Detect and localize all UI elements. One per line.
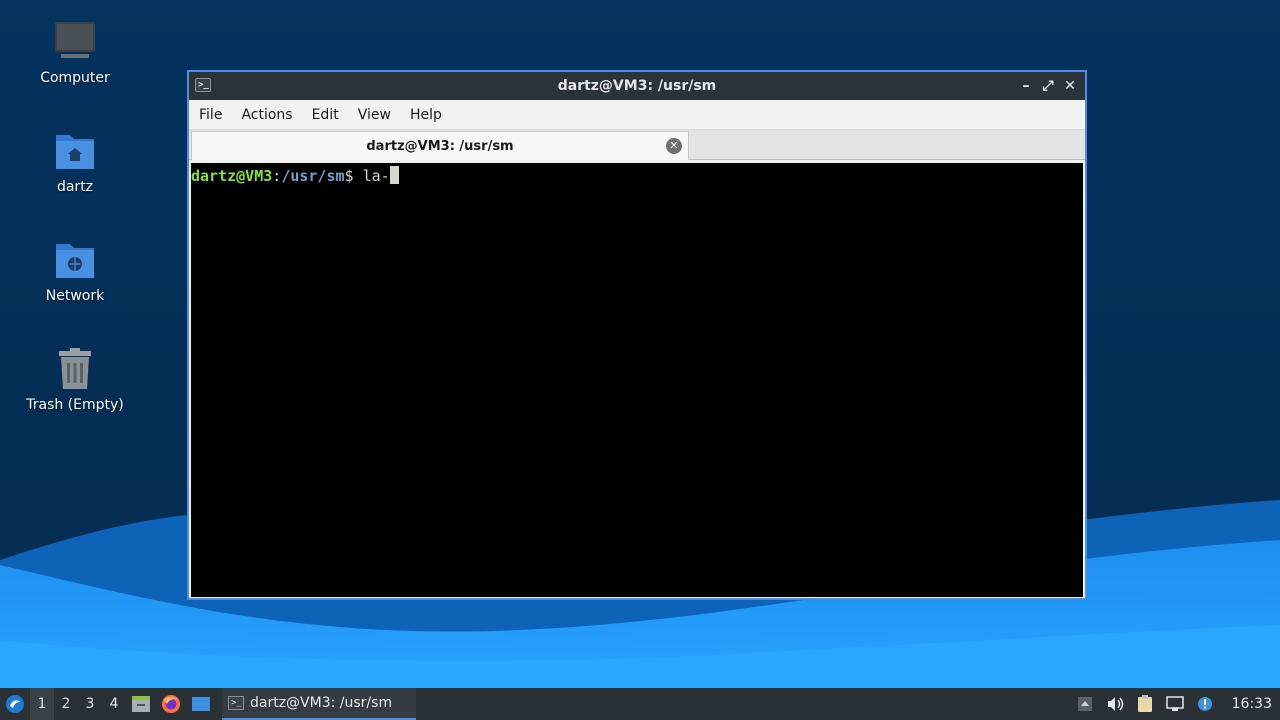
tab-label: dartz@VM3: /usr/sm bbox=[366, 138, 514, 154]
terminal-tab[interactable]: dartz@VM3: /usr/sm ✕ bbox=[191, 131, 689, 160]
clipboard-icon[interactable] bbox=[1136, 695, 1154, 713]
task-label: dartz@VM3: /usr/sm bbox=[250, 695, 393, 711]
network-status-icon[interactable] bbox=[1165, 695, 1184, 713]
taskbar: 1 2 3 4 >_ dartz@VM3: /usr/sm 16:33 bbox=[0, 688, 1280, 720]
file-manager-icon bbox=[132, 696, 150, 712]
terminal-window[interactable]: >_ dartz@VM3: /usr/sm – ⤢ ✕ File Actions… bbox=[187, 70, 1087, 600]
menu-actions[interactable]: Actions bbox=[241, 107, 303, 123]
menu-edit[interactable]: Edit bbox=[312, 107, 350, 123]
desktop-icon-computer[interactable]: Computer bbox=[15, 18, 135, 86]
window-titlebar[interactable]: >_ dartz@VM3: /usr/sm – ⤢ ✕ bbox=[189, 72, 1085, 100]
prompt-user-host: dartz@VM3 bbox=[191, 167, 273, 185]
window-title: dartz@VM3: /usr/sm bbox=[557, 78, 717, 94]
desktop-icon-trash[interactable]: Trash (Empty) bbox=[15, 345, 135, 413]
typed-command: la- bbox=[353, 167, 390, 185]
desktop-icon-network[interactable]: Network bbox=[15, 236, 135, 304]
terminal-icon: >_ bbox=[228, 696, 244, 710]
desktop-icon-label: Computer bbox=[40, 70, 110, 86]
prompt-separator: : bbox=[272, 167, 282, 185]
trash-icon bbox=[51, 345, 99, 393]
launcher-show-desktop[interactable] bbox=[186, 688, 216, 720]
minimize-button[interactable]: – bbox=[1017, 77, 1035, 95]
workspace-3[interactable]: 3 bbox=[78, 688, 102, 720]
text-cursor bbox=[389, 166, 399, 184]
desktop-icon-label: Trash (Empty) bbox=[26, 397, 124, 413]
terminal-icon: >_ bbox=[195, 78, 211, 92]
lubuntu-logo-icon bbox=[6, 695, 24, 713]
desktop-icon-home[interactable]: dartz bbox=[15, 127, 135, 195]
desktop-icon bbox=[192, 697, 210, 711]
desktop-icon-label: dartz bbox=[56, 179, 94, 195]
clock[interactable]: 16:33 bbox=[1232, 696, 1272, 712]
menu-help[interactable]: Help bbox=[410, 107, 453, 123]
home-folder-icon bbox=[51, 127, 99, 175]
workspace-2[interactable]: 2 bbox=[54, 688, 78, 720]
firefox-icon bbox=[162, 695, 180, 713]
taskbar-task-terminal[interactable]: >_ dartz@VM3: /usr/sm bbox=[222, 688, 416, 720]
launcher-firefox[interactable] bbox=[156, 688, 186, 720]
network-folder-icon bbox=[51, 236, 99, 284]
terminal-output[interactable]: dartz@VM3:/usr/sm$ la- bbox=[191, 163, 1083, 597]
system-tray: 16:33 bbox=[1076, 695, 1280, 713]
tray-arrow-icon[interactable] bbox=[1076, 695, 1094, 713]
desktop-icon-label: Network bbox=[45, 288, 105, 304]
close-button[interactable]: ✕ bbox=[1061, 77, 1079, 95]
volume-icon[interactable] bbox=[1106, 695, 1124, 713]
workspace-4[interactable]: 4 bbox=[102, 688, 126, 720]
workspace-1[interactable]: 1 bbox=[30, 688, 54, 720]
launcher-file-manager[interactable] bbox=[126, 688, 156, 720]
tab-bar: dartz@VM3: /usr/sm ✕ bbox=[189, 130, 1085, 160]
menu-file[interactable]: File bbox=[199, 107, 233, 123]
notification-icon[interactable] bbox=[1196, 695, 1214, 713]
start-menu-button[interactable] bbox=[0, 688, 30, 720]
menubar: File Actions Edit View Help bbox=[189, 100, 1085, 130]
menu-view[interactable]: View bbox=[358, 107, 402, 123]
tab-close-icon[interactable]: ✕ bbox=[666, 138, 682, 154]
prompt-dollar: $ bbox=[344, 167, 354, 185]
prompt-path: /usr/sm bbox=[281, 167, 345, 185]
maximize-button[interactable]: ⤢ bbox=[1039, 77, 1057, 95]
computer-icon bbox=[51, 18, 99, 66]
